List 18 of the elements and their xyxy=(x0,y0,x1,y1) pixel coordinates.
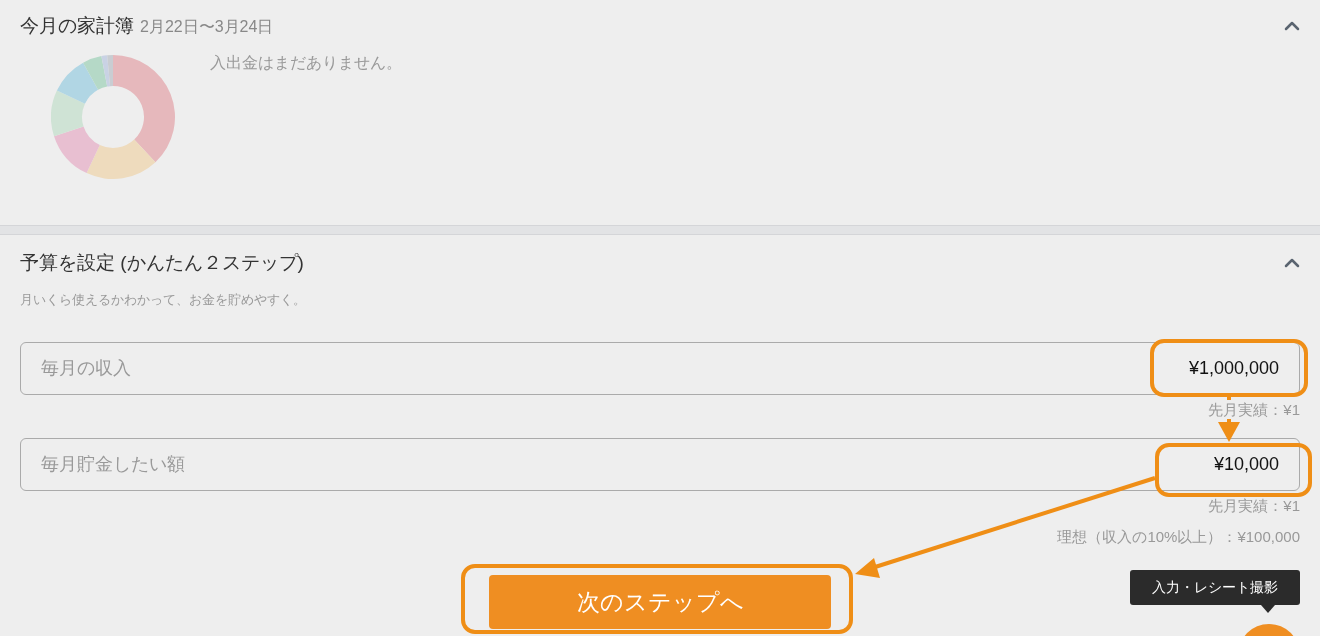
section-title: 予算を設定 (かんたん２ステップ) xyxy=(20,251,304,275)
chevron-up-icon[interactable] xyxy=(1284,21,1300,32)
input-field[interactable]: 毎月の収入 ¥1,000,000 xyxy=(20,342,1300,395)
tooltip-pointer-icon xyxy=(1261,605,1275,613)
tooltip: 入力・レシート撮影 xyxy=(1130,570,1300,605)
field-label: 毎月貯金したい額 xyxy=(41,453,185,476)
input-field[interactable]: 毎月貯金したい額 ¥10,000 xyxy=(20,438,1300,491)
section-subtitle: 月いくら使えるかわかって、お金を貯めやすく。 xyxy=(20,290,307,309)
empty-message: 入出金はまだありません。 xyxy=(210,52,402,73)
field-note: 先月実績：¥1 xyxy=(1207,496,1300,516)
field-note: 理想（収入の10%以上）：¥100,000 xyxy=(1056,527,1300,547)
field-value: ¥10,000 xyxy=(1213,453,1279,476)
section-title: 今月の家計簿 xyxy=(20,14,134,38)
field-label: 毎月の収入 xyxy=(41,357,131,380)
field-note: 先月実績：¥1 xyxy=(1207,400,1300,420)
date-range: 2月22日〜3月24日 xyxy=(140,17,274,37)
field-value: ¥1,000,000 xyxy=(1188,357,1279,380)
chevron-up-icon[interactable] xyxy=(1284,258,1300,269)
